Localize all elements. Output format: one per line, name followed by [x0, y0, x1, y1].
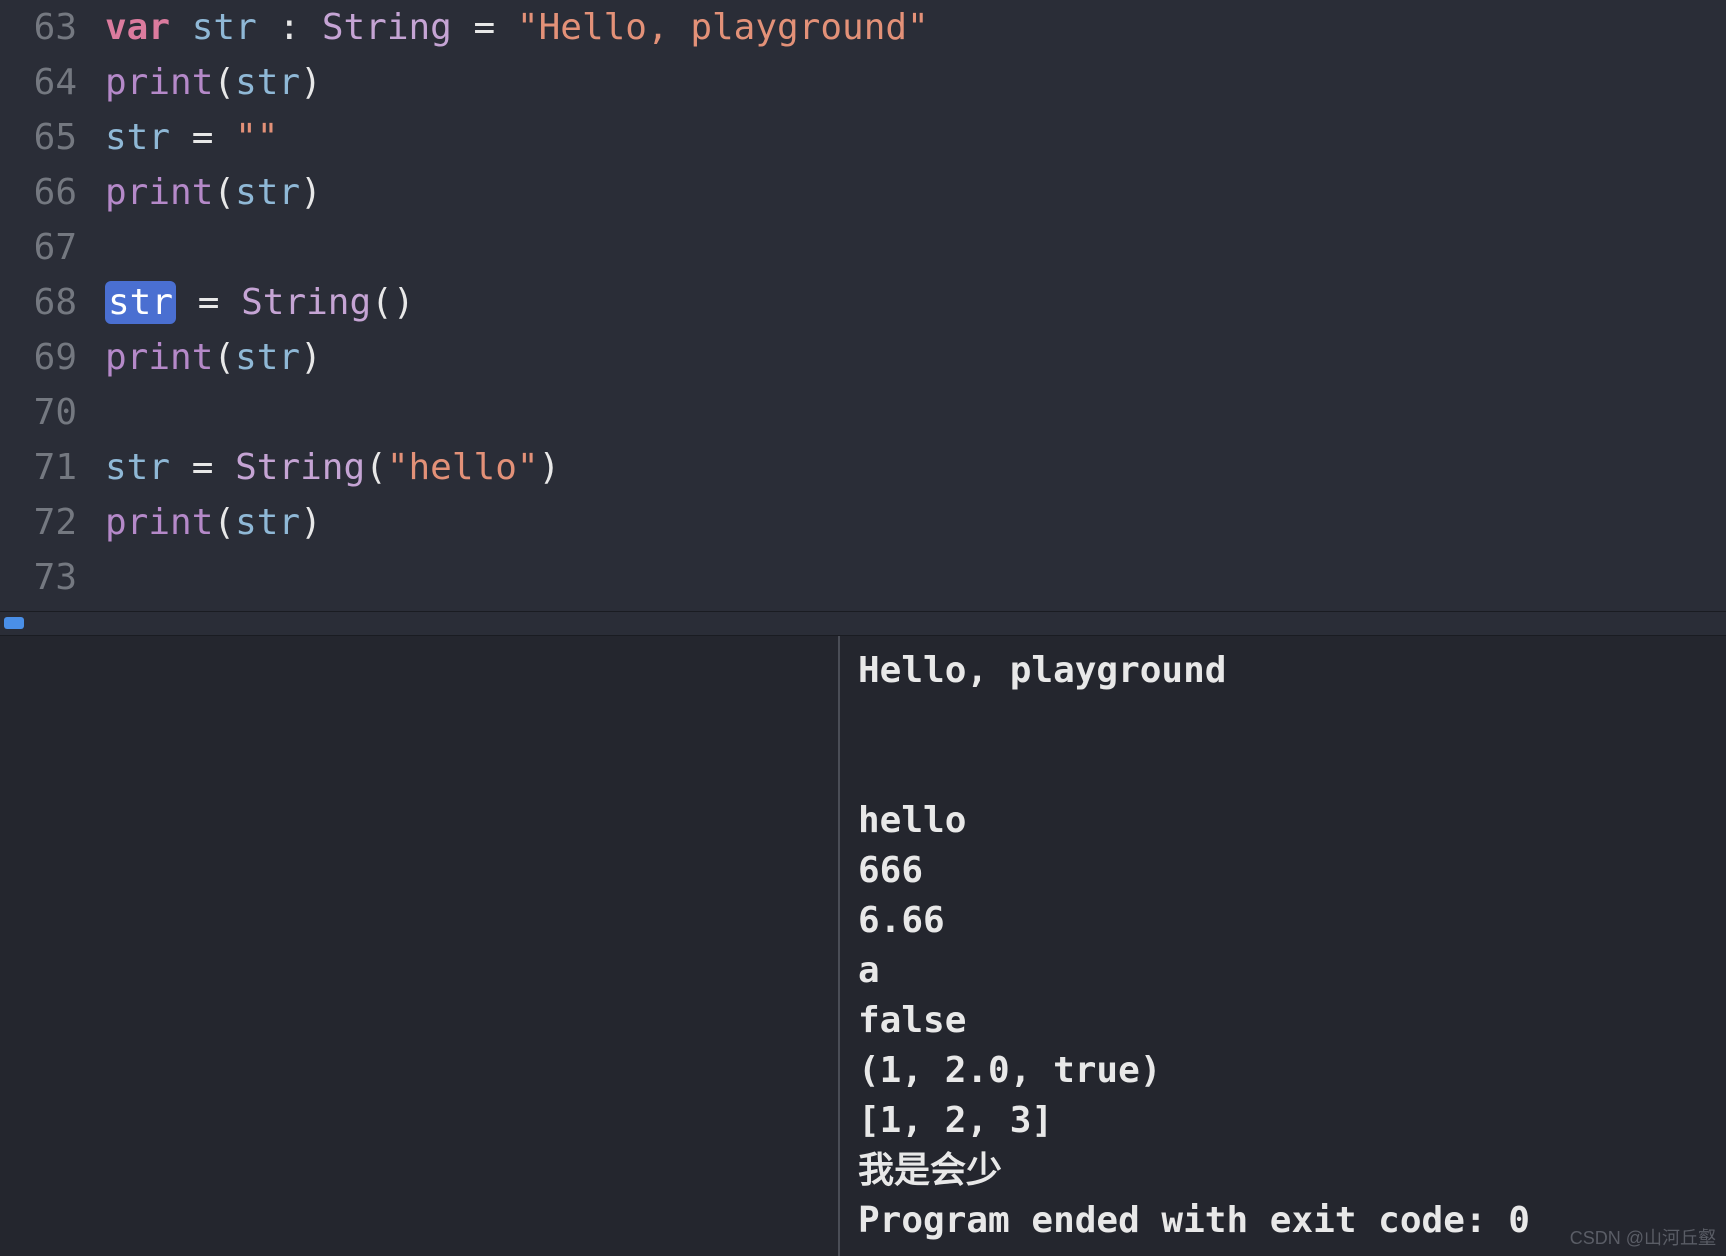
- code-line[interactable]: 72print(str): [0, 495, 1726, 550]
- code-line[interactable]: 63var str : String = "Hello, playground": [0, 0, 1726, 55]
- code-token: (: [365, 447, 387, 488]
- line-number: 69: [0, 337, 105, 378]
- code-token: print: [105, 502, 213, 543]
- line-number: 66: [0, 172, 105, 213]
- code-line[interactable]: 67: [0, 220, 1726, 275]
- line-number: 63: [0, 7, 105, 48]
- console-line: 我是会少: [858, 1146, 1708, 1196]
- code-token: =: [474, 7, 496, 48]
- console-line: false: [858, 996, 1708, 1046]
- code-token: =: [192, 117, 214, 158]
- execution-indicator: [4, 617, 24, 629]
- code-token: str: [192, 7, 257, 48]
- line-number: 72: [0, 502, 105, 543]
- code-token: str: [235, 172, 300, 213]
- code-token: [170, 117, 192, 158]
- code-token: String: [235, 447, 365, 488]
- code-token: print: [105, 172, 213, 213]
- console-line: [1, 2, 3]: [858, 1096, 1708, 1146]
- code-token: [219, 282, 241, 323]
- code-token: [257, 7, 279, 48]
- line-content[interactable]: print(str): [105, 62, 1726, 103]
- line-content[interactable]: str = String("hello"): [105, 447, 1726, 488]
- code-token: var: [105, 7, 170, 48]
- panel-divider[interactable]: [0, 611, 1726, 636]
- code-token: "hello": [387, 447, 539, 488]
- code-token: String: [322, 7, 452, 48]
- code-token: ): [300, 502, 322, 543]
- code-token: str: [235, 62, 300, 103]
- console-line: Hello, playground: [858, 646, 1708, 696]
- code-token: [300, 7, 322, 48]
- line-content[interactable]: print(str): [105, 502, 1726, 543]
- code-token: [452, 7, 474, 48]
- code-token: [495, 7, 517, 48]
- code-token: =: [198, 282, 220, 323]
- code-token: (: [213, 502, 235, 543]
- console-line: [858, 696, 1708, 746]
- line-content[interactable]: print(str): [105, 172, 1726, 213]
- code-token: print: [105, 337, 213, 378]
- line-content[interactable]: str = "": [105, 117, 1726, 158]
- code-token: (): [371, 282, 414, 323]
- code-token: [170, 447, 192, 488]
- code-token: str: [235, 502, 300, 543]
- code-line[interactable]: 64print(str): [0, 55, 1726, 110]
- console-line: a: [858, 946, 1708, 996]
- code-token: =: [192, 447, 214, 488]
- console-output[interactable]: Hello, playground hello6666.66afalse(1, …: [840, 636, 1726, 1256]
- code-token: print: [105, 62, 213, 103]
- line-number: 67: [0, 227, 105, 268]
- code-token: str: [235, 337, 300, 378]
- code-editor[interactable]: 63var str : String = "Hello, playground"…: [0, 0, 1726, 611]
- code-token: str: [105, 117, 170, 158]
- code-line[interactable]: 70: [0, 385, 1726, 440]
- bottom-panel: Hello, playground hello6666.66afalse(1, …: [0, 636, 1726, 1256]
- code-line[interactable]: 65str = "": [0, 110, 1726, 165]
- console-line: hello: [858, 796, 1708, 846]
- code-line[interactable]: 71str = String("hello"): [0, 440, 1726, 495]
- console-line: 666: [858, 846, 1708, 896]
- line-content[interactable]: str = String(): [105, 282, 1726, 323]
- code-token: [213, 117, 235, 158]
- code-token: str: [105, 447, 170, 488]
- code-token: "": [235, 117, 278, 158]
- console-line: [858, 746, 1708, 796]
- line-number: 71: [0, 447, 105, 488]
- line-number: 70: [0, 392, 105, 433]
- code-line[interactable]: 69print(str): [0, 330, 1726, 385]
- line-number: 64: [0, 62, 105, 103]
- code-token: (: [213, 62, 235, 103]
- code-line[interactable]: 68str = String(): [0, 275, 1726, 330]
- code-token: [170, 7, 192, 48]
- code-token: String: [241, 282, 371, 323]
- console-line: 6.66: [858, 896, 1708, 946]
- variables-panel[interactable]: [0, 636, 840, 1256]
- console-line: (1, 2.0, true): [858, 1046, 1708, 1096]
- code-token: [213, 447, 235, 488]
- code-token: "Hello, playground": [517, 7, 929, 48]
- line-number: 73: [0, 557, 105, 598]
- watermark: CSDN @山河丘壑: [1570, 1224, 1716, 1250]
- code-token: ): [300, 172, 322, 213]
- line-number: 65: [0, 117, 105, 158]
- line-content[interactable]: print(str): [105, 337, 1726, 378]
- code-token: (: [213, 172, 235, 213]
- code-token: (: [213, 337, 235, 378]
- code-token: [176, 282, 198, 323]
- code-token: ): [539, 447, 561, 488]
- code-token: ): [300, 62, 322, 103]
- line-number: 68: [0, 282, 105, 323]
- code-token: str: [105, 281, 176, 324]
- code-line[interactable]: 73: [0, 550, 1726, 605]
- code-token: ): [300, 337, 322, 378]
- line-content[interactable]: var str : String = "Hello, playground": [105, 7, 1726, 48]
- code-line[interactable]: 66print(str): [0, 165, 1726, 220]
- code-token: :: [278, 7, 300, 48]
